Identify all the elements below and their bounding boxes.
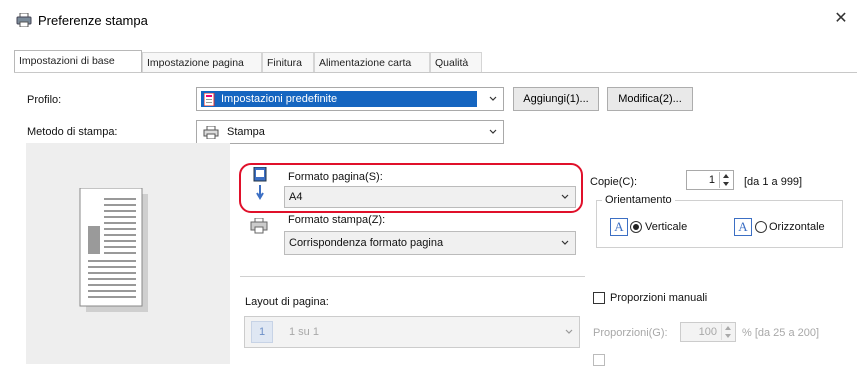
output-size-value: Corrispondenza formato pagina — [289, 237, 444, 249]
chevron-down-icon — [565, 329, 573, 334]
scale-label: Proporzioni(G): — [593, 327, 668, 339]
page-preview — [26, 143, 230, 364]
copies-range: [da 1 a 999] — [744, 176, 803, 188]
copies-label: Copie(C): — [590, 176, 638, 188]
add-profile-button[interactable]: Aggiungi(1)... — [513, 87, 599, 111]
manual-scale-checkbox[interactable] — [593, 292, 605, 304]
profile-icon — [204, 93, 215, 106]
landscape-icon: A — [734, 218, 752, 236]
manual-scale-label: Proporzioni manuali — [610, 292, 708, 304]
highlight-outline — [239, 163, 583, 213]
print-method-dropdown[interactable]: Stampa — [196, 120, 504, 144]
tab-impostazioni-di-base[interactable]: Impostazioni di base — [14, 50, 142, 72]
tab-impostazione-pagina[interactable]: Impostazione pagina — [142, 52, 262, 72]
chevron-down-icon — [561, 240, 569, 245]
copies-spinner[interactable]: 1 — [686, 170, 734, 190]
radio-verticale[interactable] — [630, 221, 642, 233]
copies-stepper[interactable] — [719, 172, 732, 188]
scale-range: % [da 25 a 200] — [742, 327, 820, 339]
output-size-icon — [250, 218, 268, 234]
copies-value: 1 — [708, 174, 715, 186]
printer-icon — [16, 13, 32, 27]
window-title: Preferenze stampa — [38, 13, 148, 28]
tab-finitura[interactable]: Finitura — [262, 52, 314, 72]
document-preview-icon — [79, 188, 148, 312]
layout-icon: 1 — [251, 321, 273, 343]
profile-value: Impostazioni predefinite — [221, 93, 338, 105]
layout-value: 1 su 1 — [289, 326, 319, 338]
scale-value: 100 — [698, 326, 717, 338]
layout-label: Layout di pagina: — [245, 296, 329, 308]
layout-dropdown[interactable]: 1 1 su 1 — [244, 316, 580, 348]
arrow-down-icon[interactable] — [722, 181, 730, 187]
edit-profile-button[interactable]: Modifica(2)... — [607, 87, 693, 111]
print-method-value: Stampa — [227, 126, 265, 138]
radio-orizzontale[interactable] — [755, 221, 767, 233]
chevron-down-icon — [489, 129, 497, 134]
chevron-down-icon — [489, 96, 497, 101]
orientation-label: Orientamento — [602, 194, 675, 206]
profile-dropdown[interactable]: Impostazioni predefinite — [196, 87, 504, 111]
arrow-up-icon[interactable] — [724, 325, 732, 331]
arrow-up-icon[interactable] — [722, 173, 730, 179]
print-method-label: Metodo di stampa: — [27, 126, 118, 138]
printer-icon — [203, 126, 219, 139]
orizzontale-label: Orizzontale — [769, 221, 825, 233]
arrow-down-icon[interactable] — [724, 333, 732, 339]
tab-qualita[interactable]: Qualità — [430, 52, 482, 72]
output-size-label: Formato stampa(Z): — [288, 214, 386, 226]
profile-label: Profilo: — [27, 94, 62, 106]
scale-stepper[interactable] — [721, 324, 734, 340]
separator — [240, 276, 585, 277]
scale-spinner[interactable]: 100 — [680, 322, 736, 342]
tab-alimentazione-carta[interactable]: Alimentazione carta — [314, 52, 430, 72]
partial-checkbox[interactable] — [593, 354, 605, 366]
title-bar: Preferenze stampa ✕ — [0, 0, 857, 42]
verticale-label: Verticale — [645, 221, 688, 233]
output-size-dropdown[interactable]: Corrispondenza formato pagina — [284, 231, 576, 255]
portrait-icon: A — [610, 218, 628, 236]
close-button[interactable]: ✕ — [830, 8, 852, 30]
